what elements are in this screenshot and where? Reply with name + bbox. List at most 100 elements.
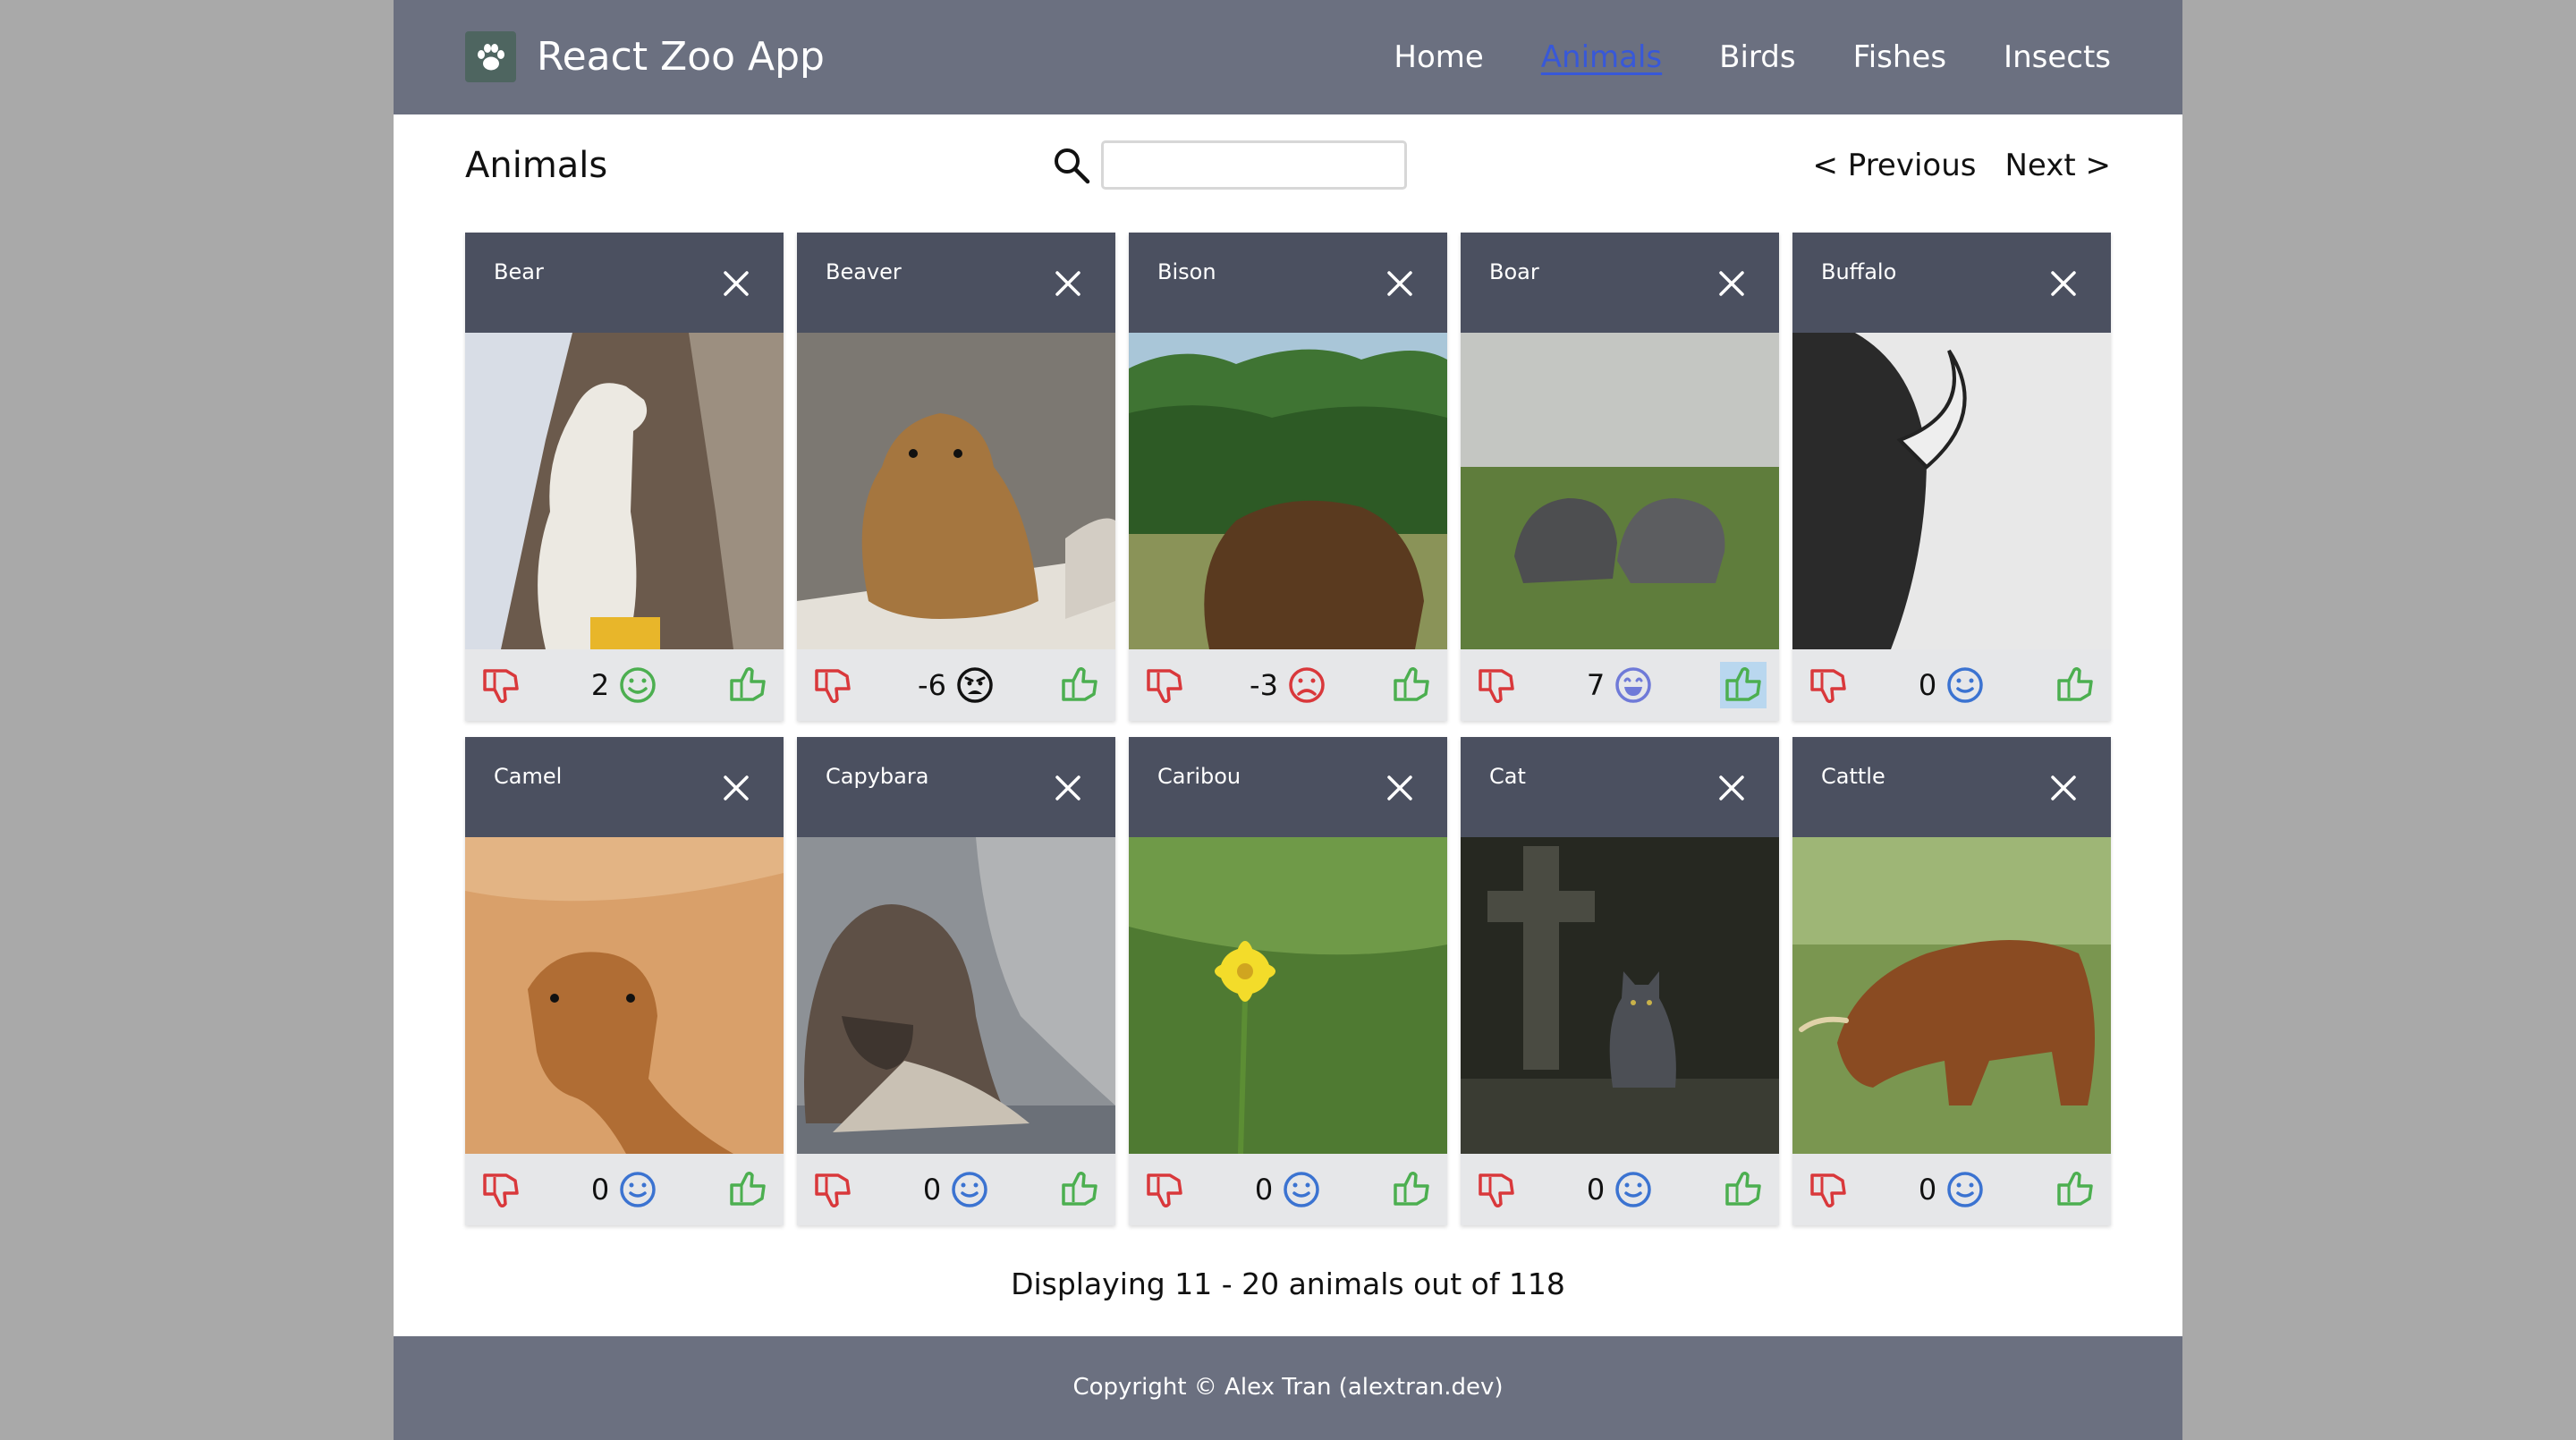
animal-card: Cattle 0 — [1792, 737, 2111, 1225]
thumbs-up-icon[interactable] — [1056, 1166, 1103, 1213]
animal-photo — [1461, 333, 1779, 649]
score-value: 0 — [922, 1173, 942, 1207]
card-title: Camel — [494, 764, 563, 789]
animal-card: Cat 0 — [1461, 737, 1779, 1225]
score-value: -3 — [1250, 668, 1278, 702]
thumbs-up-icon[interactable] — [1056, 662, 1103, 708]
nav-animals[interactable]: Animals — [1541, 30, 1662, 84]
animal-photo — [1792, 333, 2111, 649]
angry-face-icon — [957, 667, 993, 703]
paw-icon[interactable] — [465, 31, 516, 82]
card-header: Beaver — [797, 233, 1115, 333]
card-title: Cattle — [1821, 764, 1885, 789]
card-footer: -3 — [1129, 649, 1447, 721]
score-value: 2 — [590, 668, 610, 702]
animal-card: Buffalo 0 — [1792, 233, 2111, 721]
thumbs-up-icon[interactable] — [2052, 662, 2098, 708]
smiley-face-icon — [1947, 667, 1983, 703]
close-icon[interactable] — [1055, 270, 1081, 297]
score-value: 0 — [1918, 1173, 1937, 1207]
animal-photo — [797, 333, 1115, 649]
card-header: Buffalo — [1792, 233, 2111, 333]
card-footer: 0 — [1461, 1154, 1779, 1225]
sad-face-icon — [1289, 667, 1325, 703]
close-icon[interactable] — [1718, 270, 1745, 297]
thumbs-up-icon[interactable] — [724, 662, 771, 708]
card-title: Bison — [1157, 259, 1216, 284]
card-header: Camel — [465, 737, 784, 837]
close-icon[interactable] — [1718, 775, 1745, 801]
smiley-face-icon — [1284, 1172, 1319, 1207]
close-icon[interactable] — [1386, 270, 1413, 297]
card-title: Cat — [1489, 764, 1526, 789]
card-footer: 2 — [465, 649, 784, 721]
card-header: Bison — [1129, 233, 1447, 333]
search-input[interactable] — [1101, 140, 1407, 190]
smiley-face-icon — [952, 1172, 987, 1207]
grinning-face-icon — [1615, 667, 1651, 703]
card-title: Capybara — [826, 764, 929, 789]
close-icon[interactable] — [723, 775, 750, 801]
score-value: 7 — [1586, 668, 1606, 702]
card-header: Bear — [465, 233, 784, 333]
thumbs-up-icon[interactable] — [1720, 1166, 1767, 1213]
card-title: Boar — [1489, 259, 1539, 284]
card-header: Caribou — [1129, 737, 1447, 837]
score-value: 0 — [1586, 1173, 1606, 1207]
nav-birds[interactable]: Birds — [1719, 30, 1795, 84]
copyright-text: Copyright © Alex Tran (alextran.dev) — [1072, 1374, 1504, 1401]
card-footer: 0 — [465, 1154, 784, 1225]
smiley-face-icon — [1947, 1172, 1983, 1207]
card-title: Beaver — [826, 259, 902, 284]
thumbs-up-icon[interactable] — [2052, 1166, 2098, 1213]
card-footer: -6 — [797, 649, 1115, 721]
score-value: 0 — [1918, 668, 1937, 702]
card-title: Buffalo — [1821, 259, 1897, 284]
animal-card: Caribou 0 — [1129, 737, 1447, 1225]
animal-card: Camel 0 — [465, 737, 784, 1225]
main-nav: Home Animals Birds Fishes Insects — [1394, 30, 2111, 84]
animal-photo — [1129, 837, 1447, 1154]
next-page-link[interactable]: Next > — [2004, 139, 2111, 192]
score-value: -6 — [918, 668, 946, 702]
app-title[interactable]: React Zoo App — [537, 30, 825, 84]
card-header: Boar — [1461, 233, 1779, 333]
nav-insects[interactable]: Insects — [2004, 30, 2111, 84]
thumbs-up-icon[interactable] — [724, 1166, 771, 1213]
happy-face-icon — [620, 667, 656, 703]
page-title: Animals — [465, 145, 608, 186]
animal-photo — [465, 333, 784, 649]
nav-home[interactable]: Home — [1394, 30, 1483, 84]
animal-card: Boar 7 — [1461, 233, 1779, 721]
close-icon[interactable] — [723, 270, 750, 297]
previous-page-link[interactable]: < Previous — [1813, 139, 1977, 192]
results-summary: Displaying 11 - 20 animals out of 118 — [1011, 1266, 1565, 1301]
card-title: Caribou — [1157, 764, 1241, 789]
animal-photo — [1792, 837, 2111, 1154]
page-footer: Copyright © Alex Tran (alextran.dev) — [394, 1336, 2182, 1440]
thumbs-up-icon[interactable] — [1720, 662, 1767, 708]
search-icon — [1055, 148, 1090, 184]
app-container: React Zoo App Home Animals Birds Fishes … — [394, 0, 2182, 1440]
thumbs-up-icon[interactable] — [1388, 1166, 1435, 1213]
card-footer: 0 — [1129, 1154, 1447, 1225]
animal-photo — [797, 837, 1115, 1154]
animal-photo — [1461, 837, 1779, 1154]
thumbs-up-icon[interactable] — [1388, 662, 1435, 708]
card-footer: 0 — [797, 1154, 1115, 1225]
animal-card: Capybara 0 — [797, 737, 1115, 1225]
card-footer: 0 — [1792, 1154, 2111, 1225]
card-header: Cat — [1461, 737, 1779, 837]
pagination: < Previous Next > — [1813, 139, 2112, 192]
card-title: Bear — [494, 259, 544, 284]
smiley-face-icon — [1615, 1172, 1651, 1207]
close-icon[interactable] — [1386, 775, 1413, 801]
close-icon[interactable] — [2050, 775, 2077, 801]
animal-card: Bison -3 — [1129, 233, 1447, 721]
close-icon[interactable] — [2050, 270, 2077, 297]
close-icon[interactable] — [1055, 775, 1081, 801]
animal-card: Beaver -6 — [797, 233, 1115, 721]
nav-fishes[interactable]: Fishes — [1853, 30, 1946, 84]
card-footer: 0 — [1792, 649, 2111, 721]
score-value: 0 — [1254, 1173, 1274, 1207]
